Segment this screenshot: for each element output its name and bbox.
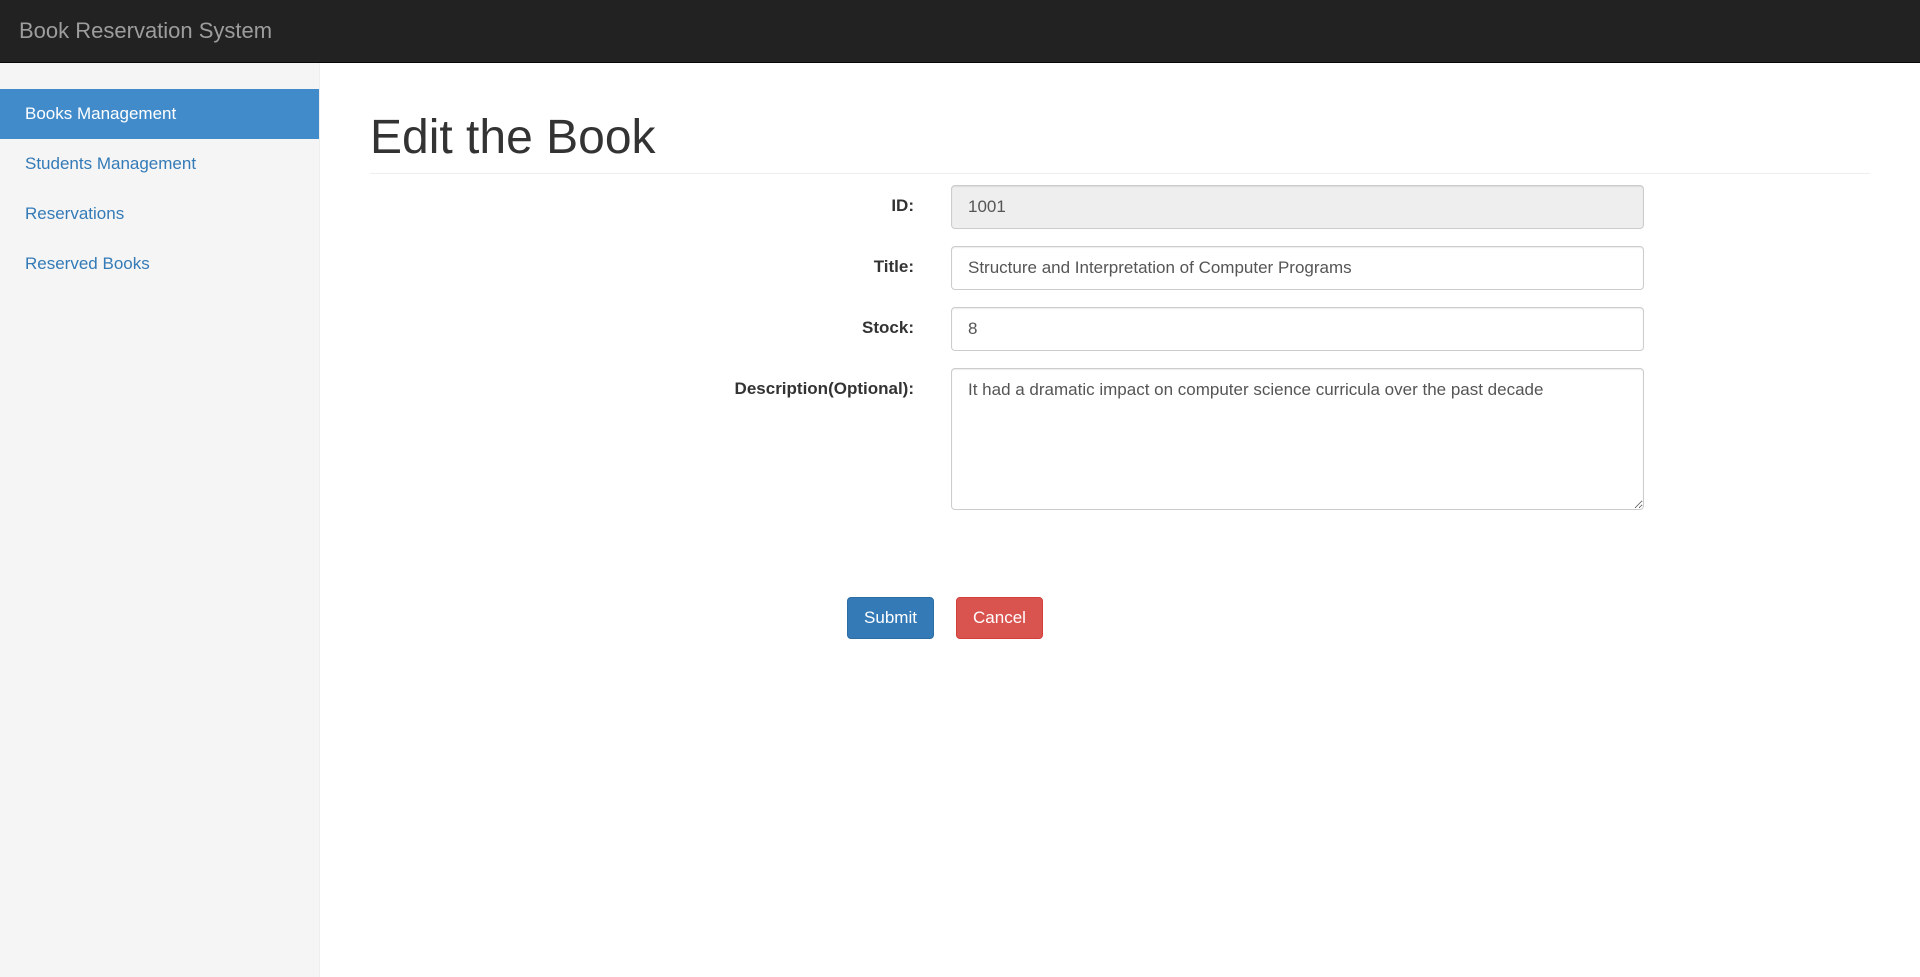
id-field xyxy=(951,185,1644,229)
cancel-button[interactable]: Cancel xyxy=(956,597,1043,639)
top-navbar: Book Reservation System xyxy=(0,0,1920,63)
description-field[interactable]: It had a dramatic impact on computer sci… xyxy=(951,368,1644,510)
id-label: ID: xyxy=(891,196,914,215)
sidebar-item-reserved-books[interactable]: Reserved Books xyxy=(0,239,319,289)
sidebar-item-students-management[interactable]: Students Management xyxy=(0,139,319,189)
description-label: Description(Optional): xyxy=(734,379,914,398)
main-content: Edit the Book ID: Title: Stock: Descript… xyxy=(370,63,1870,639)
brand-link[interactable]: Book Reservation System xyxy=(19,18,272,44)
sidebar-item-reservations[interactable]: Reservations xyxy=(0,189,319,239)
submit-button[interactable]: Submit xyxy=(847,597,934,639)
stock-field[interactable] xyxy=(951,307,1644,351)
sidebar: Books Management Students Management Res… xyxy=(0,63,320,977)
title-field[interactable] xyxy=(951,246,1644,290)
sidebar-item-books-management[interactable]: Books Management xyxy=(0,89,319,139)
title-label: Title: xyxy=(873,257,914,276)
page-title: Edit the Book xyxy=(370,63,1870,174)
stock-label: Stock: xyxy=(862,318,914,337)
